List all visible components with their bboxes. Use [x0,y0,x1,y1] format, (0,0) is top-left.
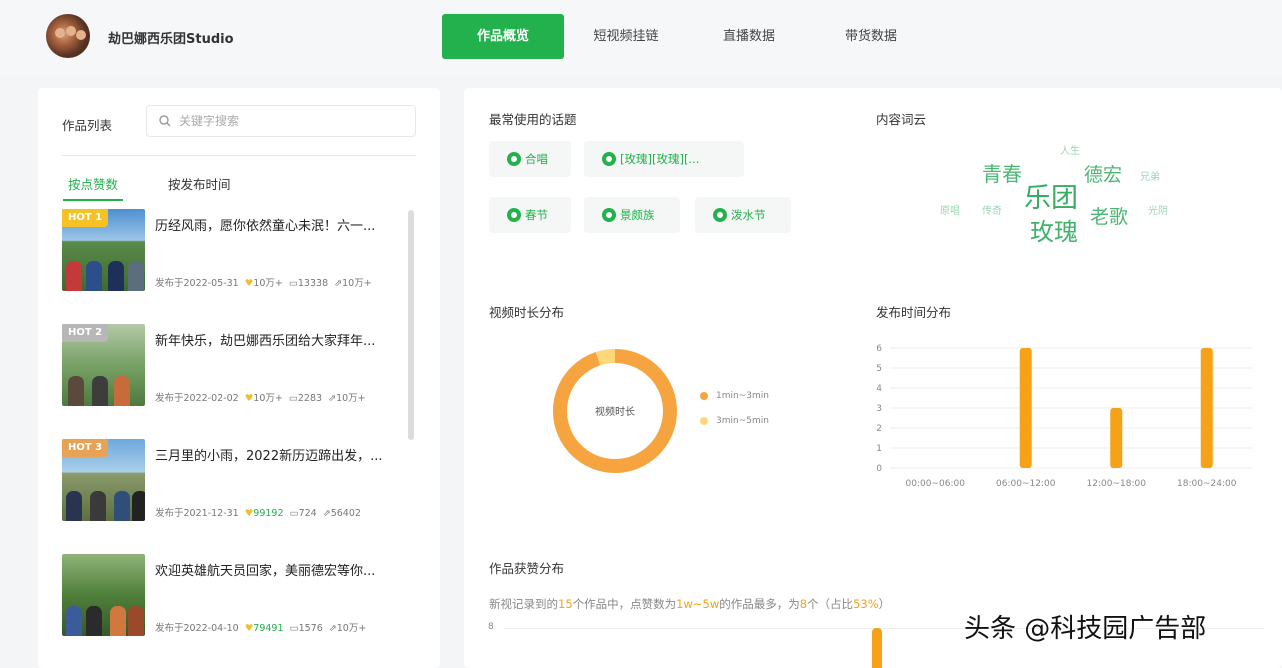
legend-item: 3min~5min [700,416,769,426]
topic-chip[interactable]: 合唱 [489,141,571,177]
topic-icon [602,208,616,222]
share-icon: ⇗ [322,508,331,519]
x-tick-label: 06:00~12:00 [996,479,1056,489]
word: 人生 [1060,146,1080,157]
topic-chip[interactable]: 景颇族 [584,197,680,233]
topic-icon [602,152,616,166]
duration-label: 视频时长分布 [489,305,565,320]
word: 兄弟 [1140,172,1160,183]
item-meta: 发布于2022-04-10 ♥79491 ▭1576 ⇗10万+ [155,623,367,634]
studio-name: 劫巴娜西乐团Studio [108,32,234,47]
tab-short-video[interactable]: 短视频挂链 [572,14,680,59]
bar [1200,348,1213,468]
top-header: 劫巴娜西乐团Studio 作品概览 短视频挂链 直播数据 带货数据 [0,0,1282,76]
video-thumbnail [62,554,145,636]
likes-y-tick: 8 [488,622,494,632]
list-item[interactable]: HOT 1 历经风雨，愿你依然童心未泯！六一... 发布于2022-05-31 … [62,209,402,295]
item-meta: 发布于2022-05-31 ♥10万+ ▭13338 ⇗10万+ [155,278,372,289]
item-title: 新年快乐，劫巴娜西乐团给大家拜年... [155,334,376,349]
topic-icon [713,208,727,222]
watermark: 头条 @科技园广告部 [964,614,1207,644]
search-placeholder: 关键字搜索 [179,114,240,128]
item-meta: 发布于2021-12-31 ♥99192 ▭724 ⇗56402 [155,508,361,519]
avatar[interactable] [46,14,90,58]
pie-slice [595,349,616,366]
topic-chip[interactable]: 泼水节 [695,197,791,233]
publish-time-label: 发布时间分布 [876,305,952,320]
sort-by-date[interactable]: 按发布时间 [168,174,231,193]
topic-icon [507,208,521,222]
topic-icon [507,152,521,166]
bar [1110,408,1123,468]
search-input[interactable]: 关键字搜索 [146,105,416,137]
sort-by-likes[interactable]: 按点赞数 [63,174,124,201]
comment-icon: ▭ [289,508,299,519]
comment-icon: ▭ [288,393,298,404]
legend-item: 1min~3min [700,391,769,401]
word: 青春 [982,162,1022,186]
y-tick-label: 2 [876,424,882,434]
word: 原唱 [940,206,960,217]
topic-chip[interactable]: [玫瑰][玫瑰][... [584,141,744,177]
works-list-panel: 作品列表 关键字搜索 按点赞数 按发布时间 HOT 1 历经风雨，愿你依然童心未… [38,88,440,668]
y-tick-label: 5 [876,364,882,374]
tab-overview[interactable]: 作品概览 [442,14,564,59]
word: 光阴 [1148,206,1168,217]
x-tick-label: 12:00~18:00 [1087,479,1147,489]
comment-icon: ▭ [288,278,298,289]
share-icon: ⇗ [328,623,337,634]
topics-label: 最常使用的话题 [489,112,577,127]
y-tick-label: 3 [876,404,882,414]
topic-chip[interactable]: 春节 [489,197,571,233]
y-tick-label: 6 [876,344,882,354]
likes-bar [872,628,882,668]
share-icon: ⇗ [334,278,343,289]
comment-icon: ▭ [289,623,299,634]
video-thumbnail: HOT 3 [62,439,145,521]
legend-dot [700,391,708,400]
hot-badge: HOT 3 [62,439,109,457]
donut-center-label: 视频时长 [595,407,635,418]
list-item[interactable]: 欢迎英雄航天员回家，美丽德宏等你... 发布于2022-04-10 ♥79491… [62,554,402,640]
item-meta: 发布于2022-02-02 ♥10万+ ▭2283 ⇗10万+ [155,393,366,404]
hot-badge: HOT 2 [62,324,109,342]
item-title: 历经风雨，愿你依然童心未泯！六一... [155,219,376,234]
word: 乐团 [1024,183,1078,214]
word: 德宏 [1084,164,1123,186]
scrollbar[interactable] [408,210,414,440]
publish-time-bar-chart: 0 1 2 3 4 5 6 00:00~06:00 06:00~12:00 12:00~18:00… [876,344,1252,489]
bar [1019,348,1032,468]
hot-badge: HOT 1 [62,209,109,227]
share-icon: ⇗ [328,393,337,404]
item-title: 欢迎英雄航天员回家，美丽德宏等你... [155,564,376,579]
legend-dot [700,416,708,425]
divider [62,155,416,156]
y-tick-label: 4 [876,384,882,394]
word: 玫瑰 [1030,218,1078,246]
video-thumbnail: HOT 2 [62,324,145,406]
word: 传奇 [982,206,1002,217]
works-list-label: 作品列表 [62,118,113,133]
y-tick-label: 0 [876,464,882,474]
tab-sales-data[interactable]: 带货数据 [818,14,924,59]
list-item[interactable]: HOT 2 新年快乐，劫巴娜西乐团给大家拜年... 发布于2022-02-02 … [62,324,402,410]
x-tick-label: 00:00~06:00 [906,479,966,489]
likes-summary: 新视记录到的15个作品中，点赞数为1w~5w的作品最多，为8个（占比53%） [489,597,891,611]
word: 老歌 [1090,206,1129,228]
item-title: 三月里的小雨，2022新历迈蹄出发，... [155,449,383,464]
overview-panel: 最常使用的话题 合唱 [玫瑰][玫瑰][... 春节 景颇族 泼水节 内容词云 … [464,88,1282,668]
wordcloud-label: 内容词云 [876,112,927,127]
x-tick-label: 18:00~24:00 [1177,479,1237,489]
search-icon [159,115,171,127]
likes-dist-label: 作品获赞分布 [489,561,565,576]
tab-live-data[interactable]: 直播数据 [696,14,802,59]
video-thumbnail: HOT 1 [62,209,145,291]
y-tick-label: 1 [876,444,882,454]
list-item[interactable]: HOT 3 三月里的小雨，2022新历迈蹄出发，... 发布于2021-12-3… [62,439,402,525]
